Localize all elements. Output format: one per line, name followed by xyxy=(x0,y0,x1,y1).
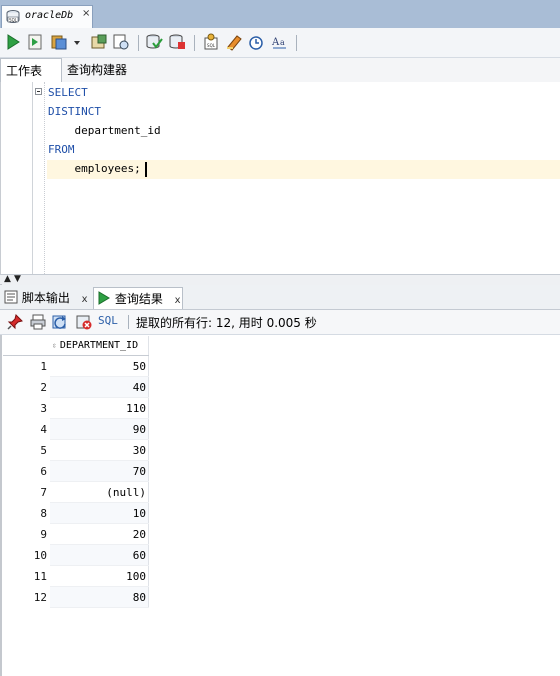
cancel-icon[interactable] xyxy=(76,314,92,330)
print-icon[interactable] xyxy=(30,314,46,330)
table-cell[interactable]: 10 xyxy=(50,502,149,524)
svg-text:SQL: SQL xyxy=(9,17,18,22)
table-cell[interactable]: 70 xyxy=(50,460,149,482)
result-toolbar: SQL 提取的所有行: 12, 用时 0.005 秒 xyxy=(0,310,560,335)
worksheet-toolbar: SQL Aa xyxy=(0,28,560,58)
grid-header-row: ⇳ DEPARTMENT_ID xyxy=(3,336,149,356)
code-line-4: FROM xyxy=(48,143,75,156)
table-cell[interactable]: 50 xyxy=(50,355,149,377)
close-icon[interactable]: x xyxy=(82,294,88,305)
code-line-3: department_id xyxy=(48,124,161,137)
fold-toggle-icon[interactable] xyxy=(35,88,42,95)
table-cell[interactable]: 40 xyxy=(50,376,149,398)
row-number-header xyxy=(3,336,50,356)
row-number: 4 xyxy=(3,418,50,440)
table-cell[interactable]: 100 xyxy=(50,565,149,587)
table-cell[interactable]: 30 xyxy=(50,439,149,461)
code-line-2: DISTINCT xyxy=(48,105,101,118)
result-grid: ⇳ DEPARTMENT_ID 1 50 2 40 3 110 4 90 5 30 6 70 … xyxy=(3,336,149,608)
document-tab-title: oracleDb xyxy=(25,10,74,21)
table-cell[interactable]: 20 xyxy=(50,523,149,545)
table-row[interactable]: 6 70 xyxy=(3,460,149,482)
code-line-5: employees; xyxy=(48,162,141,175)
table-row[interactable]: 3 110 xyxy=(3,397,149,419)
tab-script-output-label: 脚本输出 xyxy=(21,291,70,305)
row-number: 10 xyxy=(3,544,50,566)
sql-history-icon[interactable] xyxy=(247,33,265,51)
tab-worksheet[interactable]: 工作表 xyxy=(0,58,62,82)
refresh-icon[interactable] xyxy=(52,314,68,330)
row-number: 11 xyxy=(3,565,50,587)
table-row[interactable]: 5 30 xyxy=(3,439,149,461)
dropdown-icon[interactable] xyxy=(72,33,82,51)
document-tab-close-icon[interactable]: × xyxy=(82,8,90,19)
sql-database-icon: SQL xyxy=(6,10,20,23)
row-number: 12 xyxy=(3,586,50,608)
pane-splitter[interactable]: ▲ ▼ xyxy=(0,274,560,285)
table-cell[interactable]: 60 xyxy=(50,544,149,566)
row-number: 2 xyxy=(3,376,50,398)
table-row[interactable]: 9 20 xyxy=(3,523,149,545)
fetch-status-text: 提取的所有行: 12, 用时 0.005 秒 xyxy=(136,316,317,330)
table-cell[interactable]: 90 xyxy=(50,418,149,440)
rollback-icon[interactable] xyxy=(168,33,186,51)
table-cell[interactable]: 110 xyxy=(50,397,149,419)
play-icon xyxy=(98,291,110,305)
svg-text:SQL: SQL xyxy=(207,43,216,48)
commit-icon[interactable] xyxy=(145,33,163,51)
tab-script-output[interactable]: 脚本输出 x xyxy=(4,287,88,309)
column-header-label: DEPARTMENT_ID xyxy=(59,340,139,351)
clear-icon[interactable] xyxy=(225,33,243,51)
table-cell[interactable]: 80 xyxy=(50,586,149,608)
sort-icon[interactable]: ⇳ xyxy=(52,341,57,350)
row-number: 6 xyxy=(3,460,50,482)
table-row[interactable]: 2 40 xyxy=(3,376,149,398)
code-line-1: SELECT xyxy=(48,86,88,99)
column-header-department-id[interactable]: ⇳ DEPARTMENT_ID xyxy=(50,336,149,356)
text-caret xyxy=(145,162,147,177)
tab-query-builder[interactable]: 查询构建器 xyxy=(67,58,127,82)
format-case-icon[interactable]: Aa xyxy=(270,33,288,51)
sql-button[interactable]: SQL xyxy=(98,314,118,327)
table-row[interactable]: 11 100 xyxy=(3,565,149,587)
run-statement-icon[interactable] xyxy=(4,33,22,51)
sql-editor[interactable]: SELECT DISTINCT department_id FROM emplo… xyxy=(0,82,560,274)
document-tab-strip: SQL oracleDb × xyxy=(0,0,560,28)
table-row[interactable]: 7 (null) xyxy=(3,481,149,503)
collapse-down-icon[interactable]: ▼ xyxy=(14,274,21,284)
autotrace-icon[interactable] xyxy=(50,33,68,51)
table-row[interactable]: 4 90 xyxy=(3,418,149,440)
sql-tuning-icon[interactable] xyxy=(112,33,130,51)
svg-text:a: a xyxy=(280,38,285,47)
table-cell[interactable]: (null) xyxy=(50,481,149,503)
table-row[interactable]: 8 10 xyxy=(3,502,149,524)
row-number: 8 xyxy=(3,502,50,524)
document-tab-oracledb[interactable]: SQL oracleDb × xyxy=(1,5,93,28)
table-row[interactable]: 10 60 xyxy=(3,544,149,566)
run-script-icon[interactable] xyxy=(26,33,44,51)
collapse-up-icon[interactable]: ▲ xyxy=(4,274,11,284)
script-output-icon xyxy=(4,290,18,304)
tab-query-result-label: 查询结果 xyxy=(114,292,163,306)
row-number: 3 xyxy=(3,397,50,419)
svg-text:A: A xyxy=(271,37,280,48)
tab-query-result[interactable]: 查询结果 x xyxy=(93,287,183,309)
row-number: 7 xyxy=(3,481,50,503)
pin-icon[interactable] xyxy=(7,314,23,330)
explain-plan-icon[interactable] xyxy=(90,33,108,51)
unshared-worksheet-icon[interactable]: SQL xyxy=(202,33,220,51)
table-row[interactable]: 1 50 xyxy=(3,355,149,377)
editor-mode-tabs: 工作表 查询构建器 xyxy=(0,58,560,83)
row-number: 5 xyxy=(3,439,50,461)
table-row[interactable]: 12 80 xyxy=(3,586,149,608)
row-number: 1 xyxy=(3,355,50,377)
close-icon[interactable]: x xyxy=(175,295,181,306)
row-number: 9 xyxy=(3,523,50,545)
result-tabs: 脚本输出 x 查询结果 x xyxy=(0,285,560,310)
